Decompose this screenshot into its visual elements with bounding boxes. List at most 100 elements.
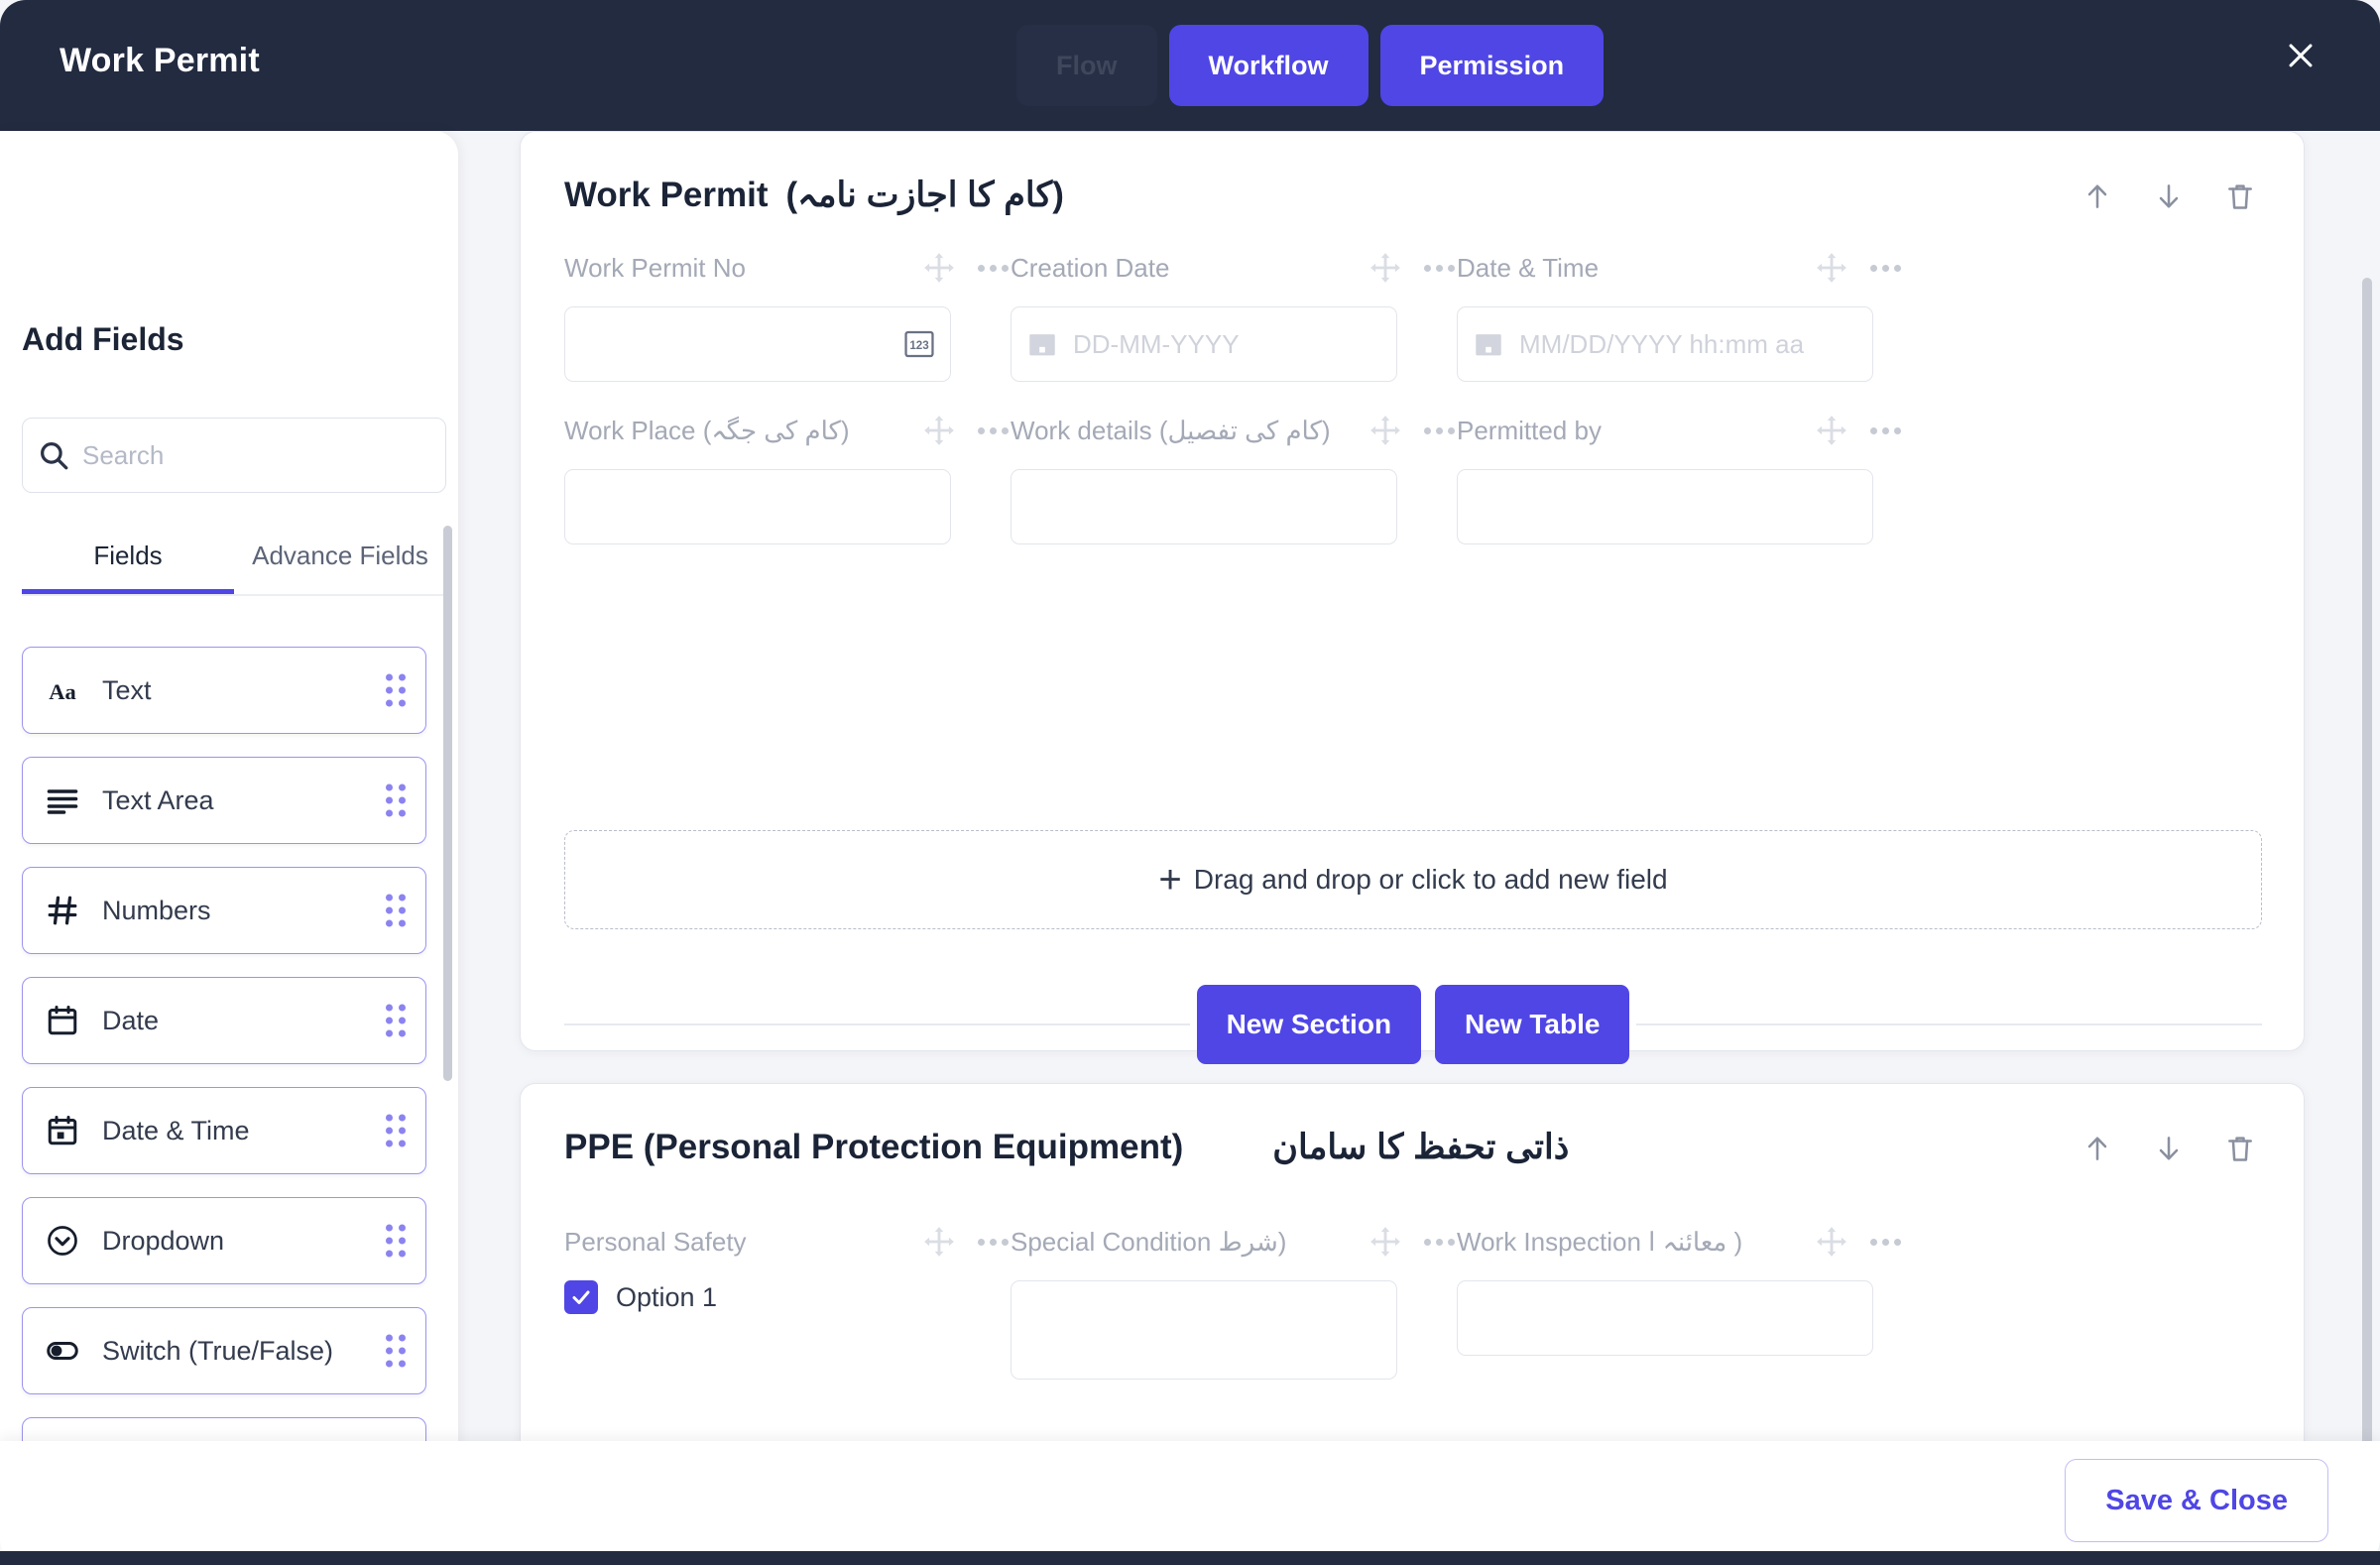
page-title: Work Permit (60, 42, 260, 79)
search-input[interactable] (82, 439, 431, 471)
field-label: Work Permit No (564, 252, 746, 283)
field-palette-item-text[interactable]: Aa Text (22, 647, 426, 734)
field-palette-label: Dropdown (102, 1225, 225, 1256)
search-box[interactable] (22, 418, 446, 493)
drag-handle-icon[interactable] (386, 1334, 406, 1368)
form-field-creation-date: Creation Date DD-MM-YYYY (1011, 245, 1457, 382)
field-label: Permitted by (1457, 415, 1602, 445)
move-field-icon[interactable] (922, 414, 956, 447)
field-more-options-icon[interactable] (1868, 421, 1903, 440)
field-more-options-icon[interactable] (1868, 1233, 1903, 1252)
special-condition-textarea[interactable] (1011, 1280, 1397, 1380)
section-title-urdu: (کام کا اجازت نامہ) (785, 176, 1064, 214)
window-bottom-strip (0, 1551, 2380, 1565)
form-field-date-time: Date & Time MM/DD/YYYY hh:mm aa (1457, 245, 1903, 382)
field-palette-item-text-area[interactable]: Text Area (22, 757, 426, 844)
field-category-tabs: Fields Advance Fields (22, 532, 446, 597)
form-field-work-inspection: Work Inspection ( معائنہ ا (1457, 1219, 1903, 1380)
field-label: Work details (کام کی تفصیل) (1011, 415, 1331, 445)
move-up-icon[interactable] (2080, 178, 2115, 215)
field-more-options-icon[interactable] (1868, 259, 1903, 278)
field-more-options-icon[interactable] (1422, 421, 1457, 440)
canvas-scrollbar[interactable] (2362, 278, 2372, 1537)
tab-advance-fields[interactable]: Advance Fields (234, 532, 446, 594)
work-place-input[interactable] (564, 469, 951, 544)
move-field-icon[interactable] (1815, 414, 1848, 447)
move-field-icon[interactable] (1368, 414, 1402, 447)
field-more-options-icon[interactable] (976, 1233, 1011, 1252)
field-more-options-icon[interactable] (1422, 259, 1457, 278)
move-field-icon[interactable] (1368, 251, 1402, 285)
field-palette-item-numbers[interactable]: Numbers (22, 867, 426, 954)
drag-handle-icon[interactable] (386, 673, 406, 707)
footer-bar: Save & Close (0, 1441, 2380, 1565)
drag-handle-icon[interactable] (386, 1114, 406, 1147)
header-tabs: Flow Workflow Permission (1016, 25, 1605, 106)
hash-icon (45, 893, 80, 928)
add-field-dropzone[interactable]: + Drag and drop or click to add new fiel… (564, 830, 2262, 929)
tab-permission[interactable]: Permission (1379, 25, 1605, 106)
delete-icon[interactable] (2222, 178, 2258, 215)
section-title: Work Permit (564, 176, 769, 214)
move-field-icon[interactable] (1368, 1225, 1402, 1259)
date-time-input[interactable]: MM/DD/YYYY hh:mm aa (1457, 306, 1873, 382)
form-field-special-condition: Special Condition (شرط (1011, 1219, 1457, 1380)
form-field-permitted-by: Permitted by (1457, 408, 1903, 544)
work-permit-form-builder: Work Permit Flow Workflow Permission Add… (0, 0, 2380, 1565)
field-more-options-icon[interactable] (976, 421, 1011, 440)
field-palette-label: Date (102, 1005, 160, 1035)
work-permit-no-input[interactable]: 123 (564, 306, 951, 382)
move-up-icon[interactable] (2080, 1130, 2115, 1167)
move-field-icon[interactable] (1815, 1225, 1848, 1259)
move-down-icon[interactable] (2151, 1130, 2187, 1167)
section-title: PPE (Personal Protection Equipment) (564, 1128, 1184, 1166)
field-more-options-icon[interactable] (1422, 1233, 1457, 1252)
form-canvas: Work Permit (کام کا اجازت نامہ) Work Per… (458, 131, 2380, 1565)
field-palette-label: Text Area (102, 784, 214, 815)
svg-text:123: 123 (909, 339, 929, 352)
field-label-urdu: (کام کی جگہ) (702, 415, 850, 445)
sidebar-scrollbar[interactable] (443, 526, 452, 1081)
checkbox-row-option-1[interactable]: Option 1 (564, 1280, 1011, 1314)
calendar-icon (1025, 326, 1059, 362)
section-header: Work Permit (کام کا اجازت نامہ) (521, 132, 2304, 215)
app-header: Work Permit Flow Workflow Permission (0, 0, 2380, 131)
field-label: Work Inspection ( معائنہ ا (1457, 1226, 1743, 1257)
move-field-icon[interactable] (1815, 251, 1848, 285)
field-more-options-icon[interactable] (976, 259, 1011, 278)
move-field-icon[interactable] (922, 251, 956, 285)
field-label-urdu: (کام کی تفصیل) (1158, 415, 1331, 445)
section-fields-row-2: Work Place (کام کی جگہ) Work details (کا… (521, 408, 2304, 544)
field-label-urdu: ( معائنہ ا (1648, 1226, 1743, 1257)
drag-handle-icon[interactable] (386, 1004, 406, 1037)
drag-handle-icon[interactable] (386, 1224, 406, 1258)
chevron-circle-down-icon (45, 1223, 80, 1259)
new-table-button[interactable]: New Table (1435, 985, 1630, 1064)
tab-flow[interactable]: Flow (1016, 25, 1157, 106)
move-down-icon[interactable] (2151, 178, 2187, 215)
tab-workflow[interactable]: Workflow (1168, 25, 1368, 106)
drag-handle-icon[interactable] (386, 783, 406, 817)
field-label: Date & Time (1457, 252, 1600, 283)
field-label: Creation Date (1011, 252, 1170, 283)
tab-fields[interactable]: Fields (22, 532, 234, 594)
work-details-input[interactable] (1011, 469, 1397, 544)
close-icon[interactable] (2273, 28, 2328, 83)
field-palette-item-date[interactable]: Date (22, 977, 426, 1064)
field-palette-item-switch[interactable]: Switch (True/False) (22, 1307, 426, 1394)
checkbox-checked-icon[interactable] (564, 1280, 598, 1314)
text-aa-icon: Aa (45, 672, 80, 708)
permitted-by-input[interactable] (1457, 469, 1873, 544)
save-and-close-button[interactable]: Save & Close (2065, 1459, 2328, 1542)
delete-icon[interactable] (2222, 1130, 2258, 1167)
work-inspection-textarea[interactable] (1457, 1280, 1873, 1356)
move-field-icon[interactable] (922, 1225, 956, 1259)
creation-date-input[interactable]: DD-MM-YYYY (1011, 306, 1397, 382)
drag-handle-icon[interactable] (386, 894, 406, 927)
field-palette-item-dropdown[interactable]: Dropdown (22, 1197, 426, 1284)
new-section-button[interactable]: New Section (1196, 985, 1422, 1064)
numeric-123-icon: 123 (902, 327, 936, 361)
field-palette-item-date-time[interactable]: Date & Time (22, 1087, 426, 1174)
section-title-urdu: ذاتی تحفظ کا سامان (1272, 1128, 1570, 1166)
field-placeholder: DD-MM-YYYY (1073, 328, 1240, 359)
